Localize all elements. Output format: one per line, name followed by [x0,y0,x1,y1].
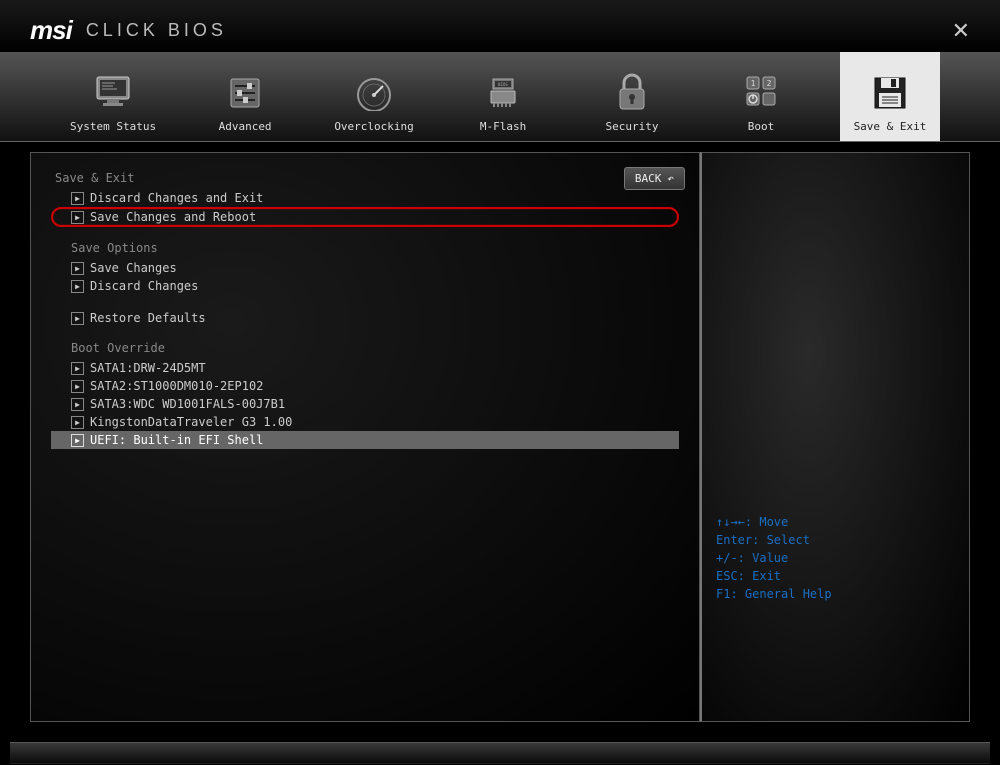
undo-icon: ↶ [667,172,674,185]
help-line: +/-: Value [716,549,955,567]
menu-group-exit: ▶ Discard Changes and Exit ▶ Save Change… [51,189,679,227]
menu-label: SATA1:DRW-24D5MT [90,361,206,375]
menu-save-reboot[interactable]: ▶ Save Changes and Reboot [51,207,679,227]
tab-label: Overclocking [334,120,413,133]
menu-restore-defaults[interactable]: ▶ Restore Defaults [51,309,679,327]
tab-advanced[interactable]: Advanced [195,52,295,141]
menu-label: KingstonDataTraveler G3 1.00 [90,415,292,429]
tab-security[interactable]: Security [582,52,682,141]
tab-label: Boot [748,120,775,133]
menu-label: SATA2:ST1000DM010-2EP102 [90,379,263,393]
menu-discard-exit[interactable]: ▶ Discard Changes and Exit [51,189,679,207]
tab-label: Advanced [219,120,272,133]
menu-save-changes[interactable]: ▶ Save Changes [51,259,679,277]
menu-group-restore: ▶ Restore Defaults [51,309,679,327]
svg-text:2: 2 [767,79,772,88]
tab-save-exit[interactable]: Save & Exit [840,52,940,141]
arrow-icon: ▶ [71,192,84,205]
help-line: Enter: Select [716,531,955,549]
boot-sata1[interactable]: ▶ SATA1:DRW-24D5MT [51,359,679,377]
menu-group-boot-override: Boot Override ▶ SATA1:DRW-24D5MT ▶ SATA2… [51,341,679,449]
close-icon[interactable]: ✕ [952,18,970,44]
arrow-icon: ▶ [71,398,84,411]
menu-label: Discard Changes and Exit [90,191,263,205]
arrow-icon: ▶ [71,312,84,325]
back-button[interactable]: BACK ↶ [624,167,685,190]
arrow-icon: ▶ [71,262,84,275]
boot-uefi-shell[interactable]: ▶ UEFI: Built-in EFI Shell [51,431,679,449]
bottom-bar [10,742,990,764]
help-panel: ↑↓→←: Move Enter: Select +/-: Value ESC:… [700,152,970,722]
gauge-icon [353,72,395,114]
tab-label: Security [606,120,659,133]
main-content: BACK ↶ Save & Exit ▶ Discard Changes and… [0,142,1000,732]
panel-title: Save & Exit [51,171,679,185]
back-label: BACK [635,172,662,185]
menu-label: Save Changes [90,261,177,275]
group-header: Boot Override [51,341,679,355]
boot-usb[interactable]: ▶ KingstonDataTraveler G3 1.00 [51,413,679,431]
header-bar: msi CLICK BIOS ✕ [0,0,1000,52]
menu-group-save-options: Save Options ▶ Save Changes ▶ Discard Ch… [51,241,679,295]
help-line: ESC: Exit [716,567,955,585]
arrow-icon: ▶ [71,416,84,429]
key-help: ↑↓→←: Move Enter: Select +/-: Value ESC:… [716,513,955,603]
arrow-icon: ▶ [71,362,84,375]
floppy-icon [869,72,911,114]
boot-sata3[interactable]: ▶ SATA3:WDC WD1001FALS-00J7B1 [51,395,679,413]
menu-label: UEFI: Built-in EFI Shell [90,433,263,447]
menu-label: Discard Changes [90,279,198,293]
menu-label: SATA3:WDC WD1001FALS-00J7B1 [90,397,285,411]
tab-boot[interactable]: 12 Boot [711,52,811,141]
tab-label: M-Flash [480,120,526,133]
menu-label: Restore Defaults [90,311,206,325]
sliders-icon [224,72,266,114]
menu-panel: BACK ↶ Save & Exit ▶ Discard Changes and… [30,152,700,722]
svg-text:BIOS: BIOS [498,82,508,87]
arrow-icon: ▶ [71,434,84,447]
monitor-icon [92,72,134,114]
bios-title: CLICK BIOS [86,20,227,41]
tab-bar: System Status Advanced Overclocking BIOS… [0,52,1000,142]
help-line: F1: General Help [716,585,955,603]
tab-overclocking[interactable]: Overclocking [324,52,424,141]
chip-icon: BIOS [482,72,524,114]
boot-sata2[interactable]: ▶ SATA2:ST1000DM010-2EP102 [51,377,679,395]
arrow-icon: ▶ [71,211,84,224]
boot-icon: 12 [740,72,782,114]
arrow-icon: ▶ [71,280,84,293]
arrow-icon: ▶ [71,380,84,393]
msi-logo: msi [30,15,72,46]
svg-text:1: 1 [751,79,756,88]
tab-m-flash[interactable]: BIOS M-Flash [453,52,553,141]
menu-discard-changes[interactable]: ▶ Discard Changes [51,277,679,295]
group-header: Save Options [51,241,679,255]
lock-icon [611,72,653,114]
tab-label: Save & Exit [854,120,927,133]
menu-label: Save Changes and Reboot [90,210,256,224]
tab-label: System Status [70,120,156,133]
tab-system-status[interactable]: System Status [60,52,166,141]
help-line: ↑↓→←: Move [716,513,955,531]
